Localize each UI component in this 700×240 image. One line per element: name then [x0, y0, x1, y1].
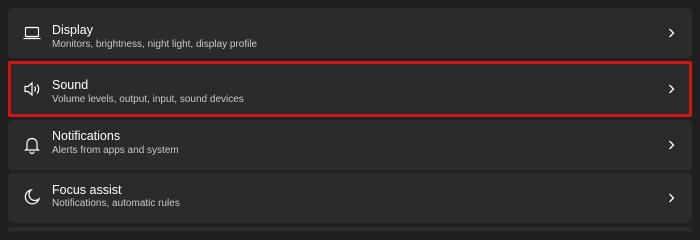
chevron-right-icon — [666, 27, 676, 39]
settings-item-display[interactable]: Display Monitors, brightness, night ligh… — [8, 8, 692, 58]
moon-icon — [22, 187, 42, 207]
item-description: Monitors, brightness, night light, displ… — [52, 39, 258, 50]
settings-item-sound[interactable]: Sound Volume levels, output, input, soun… — [8, 61, 692, 117]
settings-item-notifications[interactable]: Notifications Alerts from apps and syste… — [8, 120, 692, 170]
speaker-icon — [22, 79, 42, 99]
chevron-right-icon — [666, 139, 676, 151]
item-title: Notifications — [52, 129, 121, 143]
item-title: Display — [52, 23, 93, 37]
settings-list: Display Monitors, brightness, night ligh… — [8, 0, 692, 231]
settings-item-focus-assist[interactable]: Focus assist Notifications, automatic ru… — [8, 173, 692, 223]
item-description: Alerts from apps and system — [52, 145, 179, 156]
chevron-right-icon — [666, 83, 676, 95]
item-description: Volume levels, output, input, sound devi… — [52, 94, 244, 105]
item-title: Focus assist — [52, 183, 122, 197]
next-settings-item-edge — [8, 227, 692, 231]
chevron-right-icon — [666, 192, 676, 204]
item-title: Sound — [52, 78, 89, 92]
laptop-icon — [22, 23, 42, 43]
bell-icon — [22, 135, 42, 155]
item-description: Notifications, automatic rules — [52, 198, 180, 209]
